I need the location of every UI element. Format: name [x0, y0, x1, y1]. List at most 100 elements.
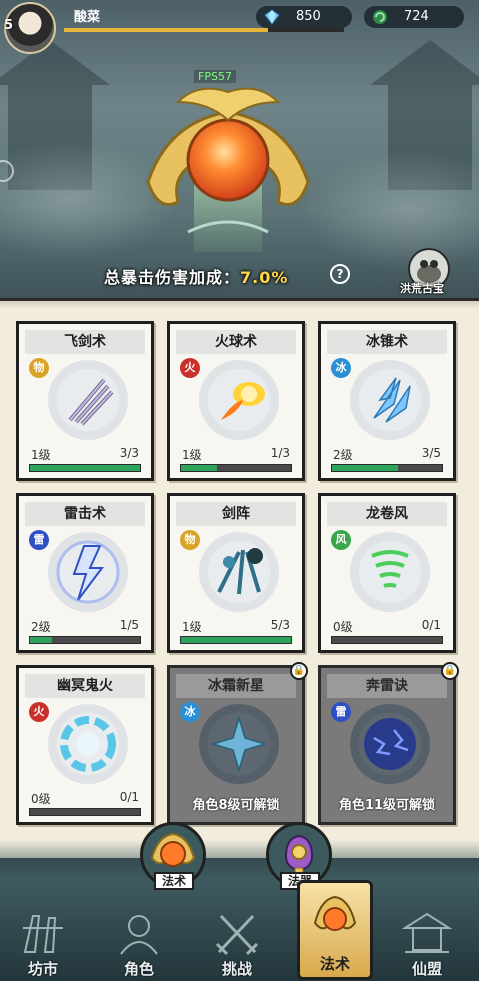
crit-bonus-label: 总暴击伤害加成：	[104, 268, 241, 287]
spell-name: 雷击术	[25, 502, 145, 526]
crit-bonus-value: 7.0%	[240, 268, 289, 287]
subtab-artifacts[interactable]: 法器	[266, 822, 332, 890]
help-button[interactable]: ?	[330, 264, 350, 284]
fireball-icon	[221, 382, 265, 420]
nav-market[interactable]: 坊市	[8, 908, 78, 980]
spell-name: 冰锥术	[327, 330, 447, 354]
crit-bonus: 总暴击伤害加成：7.0%	[104, 264, 288, 288]
spell-name: 火球术	[176, 330, 296, 354]
element-badge: 雷	[331, 702, 351, 722]
lock-icon: 🔒	[290, 662, 308, 680]
diamond-gem-icon	[264, 9, 280, 25]
resource-gems-value: 850	[296, 9, 321, 24]
spell-level: 1级	[31, 448, 51, 462]
spell-card[interactable]: 雷击术雷 2级 1/5	[16, 493, 154, 653]
spell-name: 奔雷诀	[327, 674, 447, 698]
element-badge: 火	[180, 358, 200, 378]
spell-name: 龙卷风	[327, 502, 447, 526]
element-badge: 火	[29, 702, 49, 722]
resource-gems[interactable]: 850	[256, 6, 352, 28]
xp-bar	[64, 28, 344, 32]
element-badge: 风	[331, 530, 351, 550]
spell-fragment-count: 0/1	[119, 790, 139, 804]
spell-card[interactable]: 冰霜新星冰 🔒 角色8级可解锁	[167, 662, 308, 825]
spell-fragment-count: 5/3	[270, 618, 290, 632]
spell-icon-frame	[48, 360, 128, 440]
spell-panel: 飞剑术物 1级 3/3 火球术火 1级 1/3 冰锥术冰 2级 3/5 雷击术雷 2级 1/5 剑阵物 1…	[0, 298, 479, 858]
lock-icon: 🔒	[441, 662, 459, 680]
ghost-fire-ring-icon	[60, 716, 116, 772]
spell-card[interactable]: 火球术火 1级 1/3	[167, 321, 305, 481]
spell-card[interactable]: 龙卷风风 0级 0/1	[318, 493, 456, 653]
market-icon	[23, 915, 63, 953]
ice-cone-icon	[373, 377, 411, 423]
jade-swirl-icon	[373, 10, 387, 24]
nav-alliance[interactable]: 仙盟	[392, 908, 462, 980]
spell-fragment-count: 3/3	[119, 446, 139, 460]
spell-card[interactable]: 剑阵物 1级 5/3	[167, 493, 305, 653]
alliance-pavilion-icon	[401, 912, 453, 953]
spell-fragment-count: 1/5	[119, 618, 139, 632]
spell-level: 1级	[182, 448, 202, 462]
nav-market-label: 坊市	[27, 960, 58, 978]
spell-icon-frame	[199, 532, 279, 612]
spell-icon-frame	[350, 360, 430, 440]
spell-name: 剑阵	[176, 502, 296, 526]
spell-fragment-count: 0/1	[421, 618, 441, 632]
top-bar: 5 酸菜 850 724	[0, 0, 479, 54]
resource-jade-value: 724	[404, 9, 429, 24]
element-badge: 物	[29, 358, 49, 378]
spell-level: 1级	[182, 620, 202, 634]
element-badge: 雷	[29, 530, 49, 550]
nav-character-label: 角色	[123, 960, 154, 978]
lightning-icon	[56, 540, 120, 604]
nav-challenge[interactable]: 挑战	[202, 908, 272, 980]
spell-progress-fill	[30, 637, 52, 643]
subtab-spells[interactable]: 法术	[140, 822, 206, 890]
player-name: 酸菜	[74, 10, 101, 25]
nav-character[interactable]: 角色	[104, 908, 174, 980]
spell-progress-bar	[180, 636, 292, 644]
spell-name: 幽冥鬼火	[25, 674, 145, 698]
resource-jade[interactable]: 724	[364, 6, 464, 28]
spell-card[interactable]: 冰锥术冰 2级 3/5	[318, 321, 456, 481]
spell-level: 2级	[31, 620, 51, 634]
player-level: 5	[4, 18, 14, 33]
spell-name: 飞剑术	[25, 330, 145, 354]
spell-card[interactable]: 幽冥鬼火火 0级 0/1	[16, 665, 154, 825]
element-badge: 物	[180, 530, 200, 550]
element-badge: 冰	[331, 358, 351, 378]
spell-progress-fill	[332, 465, 398, 471]
spell-icon-frame	[48, 532, 128, 612]
character-icon	[120, 915, 158, 955]
spell-level: 0级	[333, 620, 353, 634]
spell-progress-fill	[30, 465, 140, 471]
spell-icon	[313, 895, 357, 931]
spell-fragment-count: 1/3	[270, 446, 290, 460]
spell-level: 2级	[333, 448, 353, 462]
sword-array-icon	[217, 548, 263, 595]
spell-progress-bar	[29, 636, 141, 644]
spell-progress-bar	[331, 464, 443, 472]
nav-challenge-label: 挑战	[221, 960, 252, 978]
subtab-spells-label: 法术	[154, 872, 194, 890]
spell-icon-frame	[350, 532, 430, 612]
spell-name: 冰霜新星	[176, 674, 296, 698]
spell-level: 0级	[31, 792, 51, 806]
spell-card[interactable]: 奔雷诀雷 🔒 角色11级可解锁	[318, 662, 459, 825]
tornado-icon	[371, 550, 409, 588]
nav-spells[interactable]: 法术	[297, 880, 373, 980]
nav-alliance-label: 仙盟	[411, 960, 442, 978]
challenge-swords-icon	[215, 914, 259, 956]
ancient-treasure-label: 洪荒古宝	[400, 282, 444, 295]
xp-bar-fill	[64, 28, 269, 32]
flying-sword-icon	[68, 378, 114, 426]
spell-progress-bar	[331, 636, 443, 644]
spell-card[interactable]: 飞剑术物 1级 3/3	[16, 321, 154, 481]
element-badge: 冰	[180, 702, 200, 722]
spell-progress-bar	[29, 464, 141, 472]
spell-progress-fill	[181, 465, 218, 471]
spell-progress-bar	[29, 808, 141, 816]
thunder-orb-icon	[364, 718, 416, 770]
unlock-requirement: 角色8级可解锁	[192, 798, 280, 813]
